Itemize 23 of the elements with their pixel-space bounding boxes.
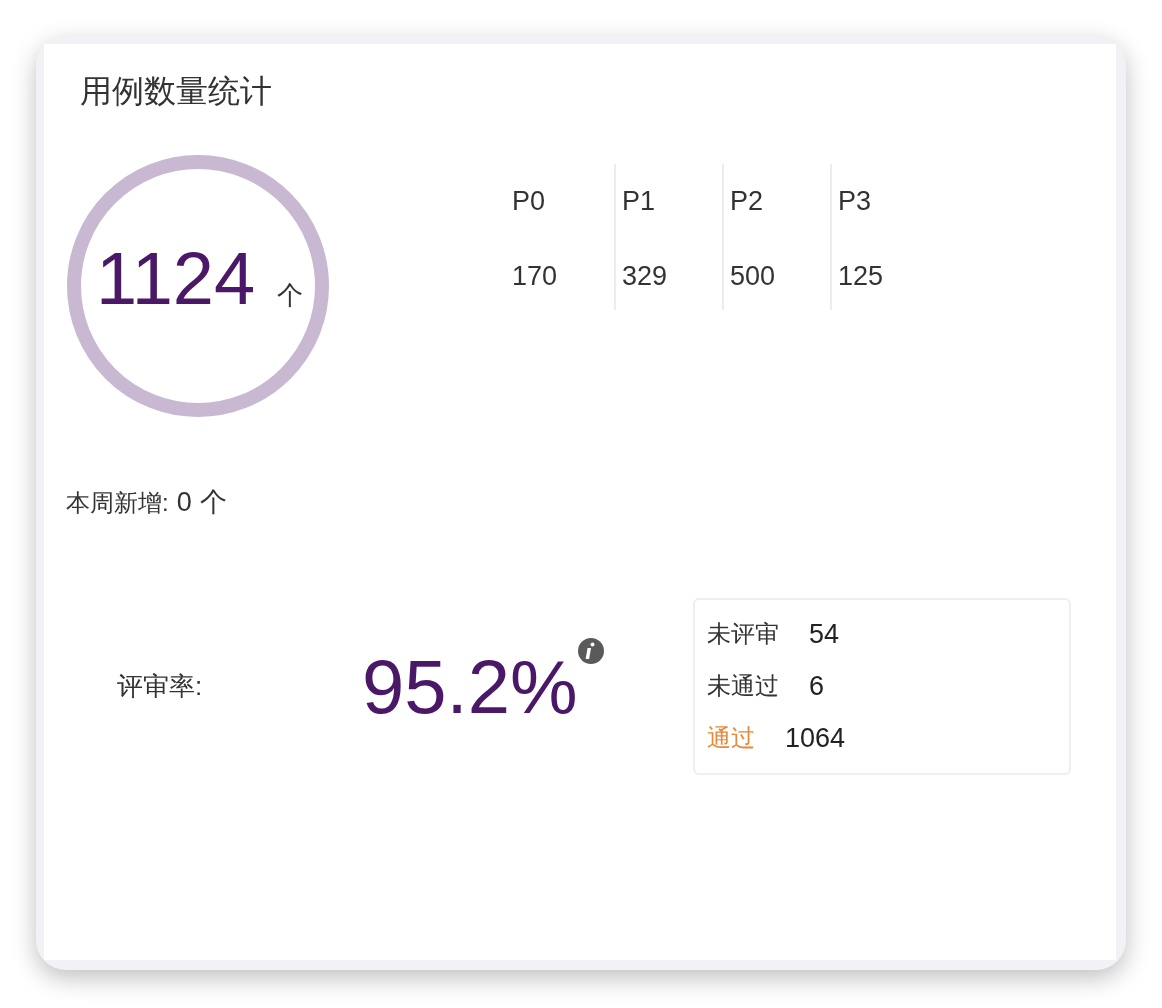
review-status-count: 6 <box>809 670 825 702</box>
review-status-label: 未通过 <box>707 671 779 701</box>
review-status-label: 通过 <box>707 723 755 753</box>
priority-label: P2 <box>730 186 765 217</box>
review-rate-label: 评审率: <box>117 670 204 703</box>
weekly-new-unit: 个 <box>199 486 227 519</box>
review-status-count: 1064 <box>785 722 846 754</box>
total-count: 1124 <box>96 242 256 316</box>
count-unit: 个 <box>277 279 304 312</box>
weekly-new-value: 0 <box>176 487 192 518</box>
info-icon[interactable] <box>577 636 605 665</box>
priority-count: 170 <box>512 261 559 292</box>
weekly-new-label: 本周新增: <box>66 488 169 518</box>
priority-label: P3 <box>838 186 873 217</box>
priority-label: P0 <box>512 186 547 217</box>
card-title: 用例数量统计 <box>80 72 273 111</box>
review-status-count: 54 <box>809 618 840 650</box>
priority-count: 329 <box>622 261 669 292</box>
priority-count: 500 <box>730 261 777 292</box>
review-status-label: 未评审 <box>707 619 779 649</box>
priority-count: 125 <box>838 261 885 292</box>
review-rate-value: 95.2% <box>362 643 578 729</box>
priority-label: P1 <box>622 186 657 217</box>
